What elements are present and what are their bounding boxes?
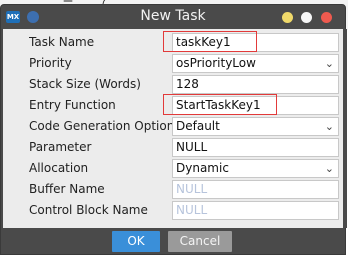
task-name-value: taskKey1 (176, 35, 231, 49)
buffer-name-placeholder: NULL (176, 182, 208, 196)
chevron-down-icon: ⌄ (324, 162, 334, 175)
row-stack-size: Stack Size (Words) 128 (3, 74, 343, 95)
task-name-input[interactable]: taskKey1 (172, 33, 339, 52)
chevron-down-icon: ⌄ (324, 57, 334, 70)
row-task-name: Task Name taskKey1 (3, 32, 343, 53)
title-bar[interactable]: MX New Task (1, 5, 345, 29)
control-block-name-label: Control Block Name (29, 203, 148, 217)
stack-size-input[interactable]: 128 (172, 75, 339, 94)
minimize-button[interactable] (282, 12, 293, 23)
new-task-dialog: MX New Task Task Name taskKey1 Priority … (0, 4, 347, 255)
task-name-label: Task Name (29, 35, 95, 49)
entry-function-value: StartTaskKey1 (176, 98, 261, 112)
row-code-generation: Code Generation Option Default ⌄ (3, 116, 343, 137)
dialog-title: New Task (140, 8, 206, 24)
row-entry-function: Entry Function StartTaskKey1 (3, 95, 343, 116)
parameter-value: NULL (176, 140, 208, 154)
button-bar: OK Cancel (1, 228, 345, 254)
control-block-name-placeholder: NULL (176, 203, 208, 217)
row-control-block-name: Control Block Name NULL (3, 200, 343, 221)
stack-size-label: Stack Size (Words) (29, 77, 141, 91)
stack-size-value: 128 (176, 77, 199, 91)
priority-label: Priority (29, 56, 72, 70)
buffer-name-label: Buffer Name (29, 182, 105, 196)
row-allocation: Allocation Dynamic ⌄ (3, 158, 343, 179)
entry-function-label: Entry Function (29, 98, 116, 112)
row-parameter: Parameter NULL (3, 137, 343, 158)
parameter-input[interactable]: NULL (172, 138, 339, 157)
entry-function-input[interactable]: StartTaskKey1 (172, 96, 339, 115)
maximize-button[interactable] (301, 12, 312, 23)
control-block-name-input[interactable]: NULL (172, 201, 339, 220)
allocation-select[interactable]: Dynamic ⌄ (172, 159, 339, 178)
close-button[interactable] (321, 12, 332, 23)
allocation-label: Allocation (29, 161, 89, 175)
priority-value: osPriorityLow (176, 56, 256, 70)
ok-button[interactable]: OK (112, 231, 160, 252)
row-buffer-name: Buffer Name NULL (3, 179, 343, 200)
dialog-right-edge (344, 29, 347, 228)
chevron-down-icon: ⌄ (324, 120, 334, 133)
code-generation-value: Default (176, 119, 220, 133)
cancel-button[interactable]: Cancel (168, 231, 232, 252)
allocation-value: Dynamic (176, 161, 229, 175)
form-panel: Task Name taskKey1 Priority osPriorityLo… (3, 29, 343, 228)
buffer-name-input[interactable]: NULL (172, 180, 339, 199)
parameter-label: Parameter (29, 140, 92, 154)
code-generation-label: Code Generation Option (29, 119, 173, 133)
code-generation-select[interactable]: Default ⌄ (172, 117, 339, 136)
row-priority: Priority osPriorityLow ⌄ (3, 53, 343, 74)
priority-select[interactable]: osPriorityLow ⌄ (172, 54, 339, 73)
